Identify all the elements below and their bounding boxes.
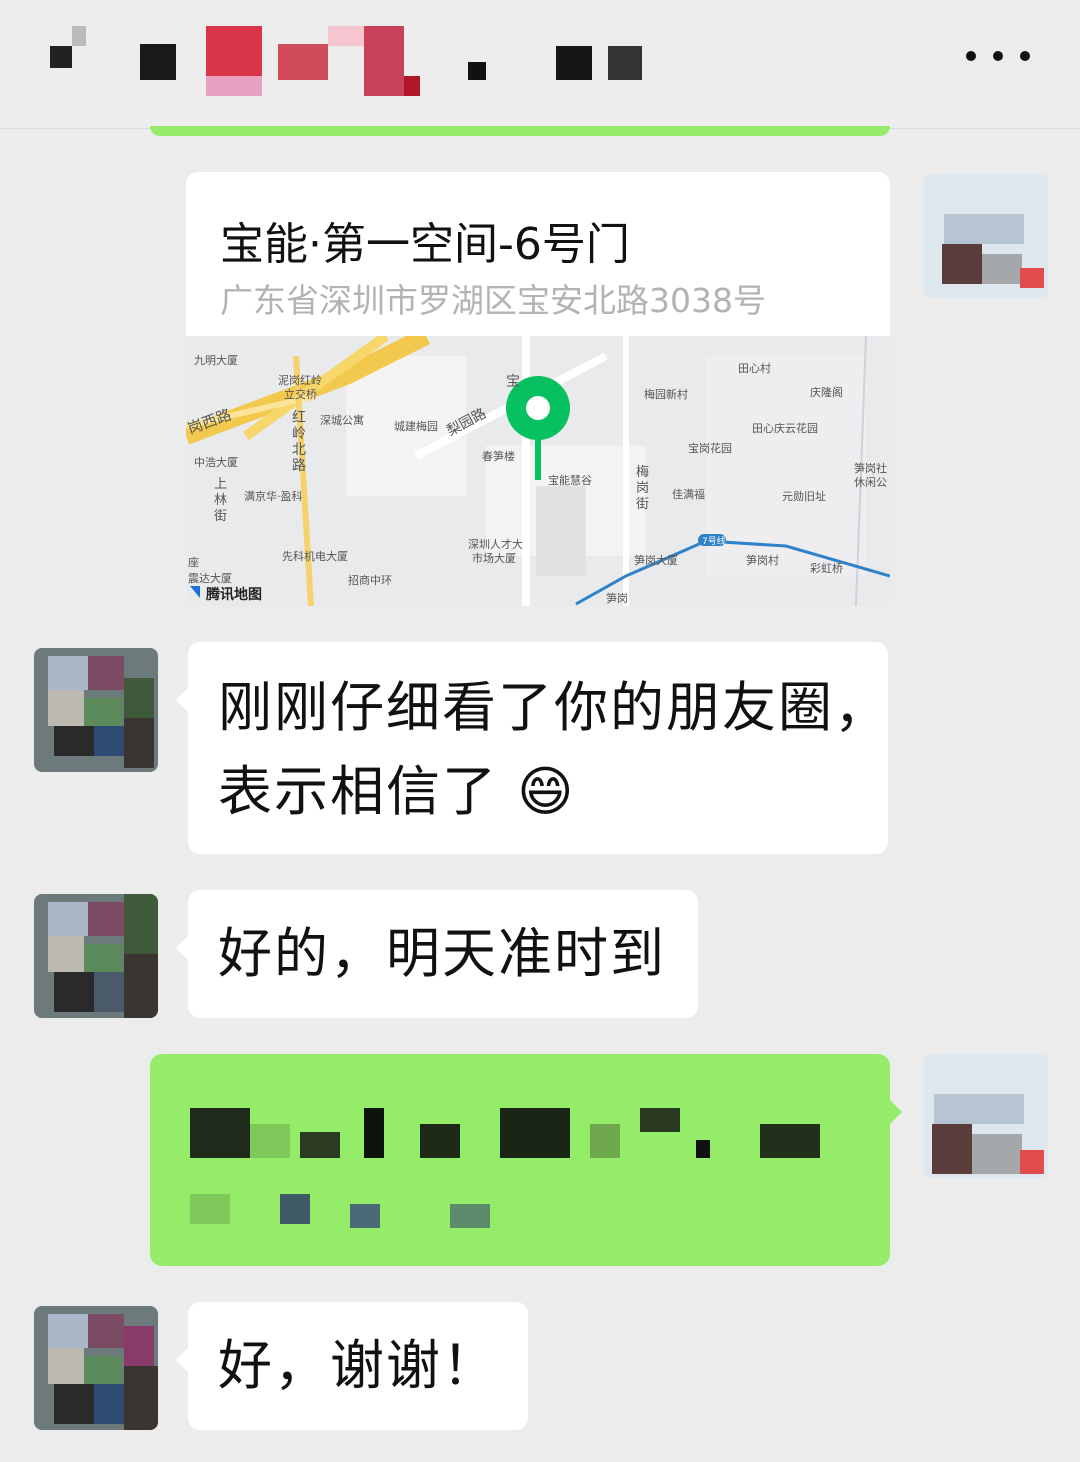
map-label: 座 xyxy=(188,555,199,569)
map-label: 梅 xyxy=(636,465,649,480)
location-address: 广东省深圳市罗湖区宝安北路3038号 xyxy=(220,281,766,320)
message-text: 好的，明天准时到 xyxy=(218,922,666,985)
contact-avatar[interactable] xyxy=(34,894,158,1018)
message-text: 刚刚仔细看了你的朋友圈， 表示相信了 😄 xyxy=(218,676,890,823)
map-label: 笋岗村 xyxy=(746,553,779,567)
map-label: 九明大厦 xyxy=(194,353,238,367)
map-label: 彩虹桥 xyxy=(810,562,843,575)
location-message-card[interactable]: 宝能·第一空间-6号门 广东省深圳市罗湖区宝安北路3038号 九明大厦 泥岗红岭… xyxy=(186,172,890,606)
location-map[interactable]: 九明大厦 泥岗红岭 立交桥 岗西路 深城公寓 城建梅园 梨园路 春笋楼 宝能慧谷… xyxy=(186,336,890,606)
more-dots-icon xyxy=(966,51,976,61)
map-label: 林 xyxy=(214,493,227,508)
map-label: 7号线 xyxy=(702,535,726,547)
map-label: 春笋楼 xyxy=(482,449,515,463)
message-bubble[interactable]: 好，谢谢！ xyxy=(176,1302,528,1430)
map-label: 先科机电大厦 xyxy=(282,549,348,563)
message-bubble-obscured[interactable] xyxy=(150,1054,902,1266)
self-avatar[interactable] xyxy=(924,174,1048,298)
map-label: 田心村 xyxy=(738,361,771,375)
map-label: 笋岗社 xyxy=(854,461,887,475)
map-label: 梅园新村 xyxy=(644,387,688,401)
message-bubble[interactable]: 好的，明天准时到 xyxy=(176,890,698,1018)
map-label: 北 xyxy=(292,442,306,458)
map-label: 中浩大厦 xyxy=(194,455,238,469)
map-label: 上 xyxy=(214,477,227,492)
map-label: 路 xyxy=(292,458,306,474)
chat-header xyxy=(0,0,1080,129)
map-label: 泥岗红岭 xyxy=(278,373,322,387)
map-label: 城建梅园 xyxy=(394,419,438,433)
map-label: 深城公寓 xyxy=(320,413,364,427)
contact-avatar[interactable] xyxy=(34,1306,158,1430)
map-label: 田心庆云花园 xyxy=(752,421,818,435)
map-label: 笋岗大厦 xyxy=(634,553,678,567)
map-label: 庆隆阁 xyxy=(810,385,843,399)
map-label: 满京华·盈科 xyxy=(244,489,303,503)
location-name: 宝能·第一空间-6号门 xyxy=(220,219,630,270)
map-label: 街 xyxy=(636,497,649,512)
map-label: 深圳人才大 xyxy=(468,537,523,551)
message-bubble[interactable]: 刚刚仔细看了你的朋友圈， 表示相信了 😄 xyxy=(176,642,890,854)
message-text: 好，谢谢！ xyxy=(218,1334,498,1397)
map-label: 市场大厦 xyxy=(472,551,516,565)
map-label: 招商中环 xyxy=(348,573,392,587)
map-label: 休闲公 xyxy=(854,475,887,489)
map-label: 震达大厦 xyxy=(188,571,232,585)
contact-avatar[interactable] xyxy=(34,648,158,772)
grinning-emoji-icon: 😄 xyxy=(517,760,576,823)
self-avatar[interactable] xyxy=(924,1054,1048,1178)
map-label: 岗 xyxy=(636,481,649,496)
map-label: 岭 xyxy=(292,426,306,442)
map-label: 立交桥 xyxy=(284,387,317,401)
map-label: 佳满福 xyxy=(672,487,705,501)
more-options-button[interactable] xyxy=(966,36,1030,76)
previous-message-bubble-edge xyxy=(150,126,890,136)
map-label: 宝 xyxy=(506,374,520,390)
map-label: 红 xyxy=(292,410,306,426)
map-label: 笋岗 xyxy=(606,591,628,605)
map-label: 元勋旧址 xyxy=(782,489,826,503)
map-label: 宝能慧谷 xyxy=(548,473,592,487)
map-brand: 腾讯地图 xyxy=(206,586,262,603)
chat-title-obscured xyxy=(50,26,650,98)
map-label: 宝岗花园 xyxy=(688,441,732,455)
map-label: 街 xyxy=(214,509,227,524)
